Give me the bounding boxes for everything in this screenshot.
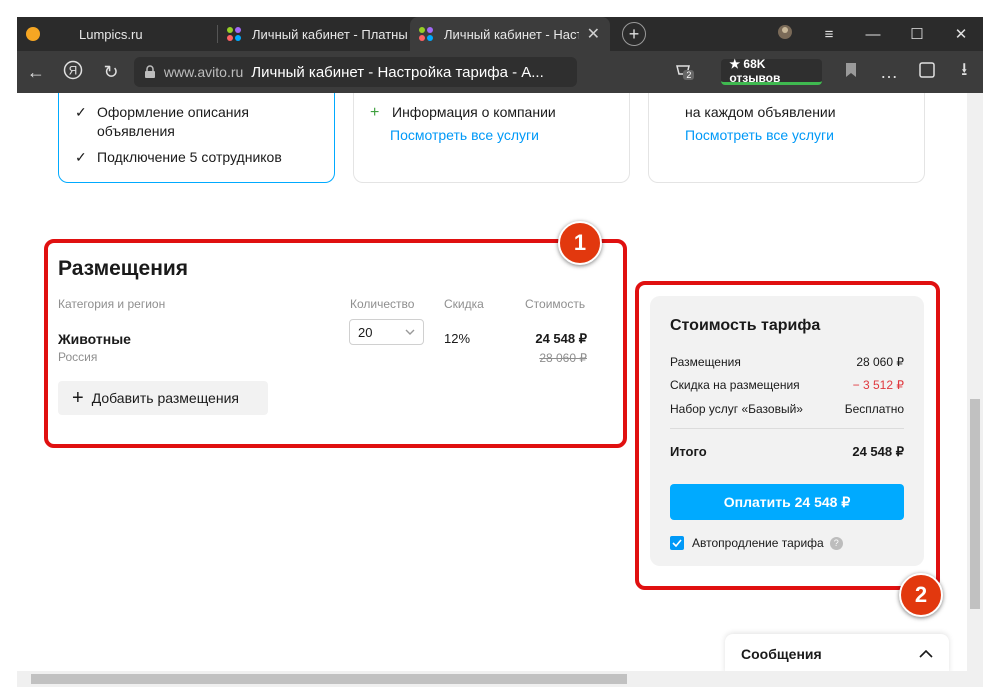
check-icon: ✓	[75, 149, 87, 165]
tariff-card-extended[interactable]: + Информация о компании Посмотреть все у…	[353, 93, 630, 183]
reviews-badge[interactable]: ★ 68K отзывов	[721, 57, 823, 85]
menu-icon[interactable]: ≡	[807, 26, 851, 43]
vertical-scrollbar[interactable]	[967, 93, 983, 671]
chevron-up-icon[interactable]	[919, 650, 933, 658]
url-domain: www.avito.ru	[163, 64, 244, 80]
extensions-icon[interactable]	[908, 61, 946, 84]
feature-text: Подключение 5 сотрудников	[97, 149, 282, 165]
tab-label: Личный кабинет - Платны	[252, 26, 408, 42]
close-tab-icon[interactable]: ✕	[587, 24, 600, 44]
annotation-box-2	[635, 281, 940, 590]
feature-text: Оформление описания объявления	[97, 104, 249, 139]
horizontal-scrollbar[interactable]	[17, 671, 983, 687]
yandex-icon[interactable]: Я	[55, 60, 93, 85]
maximize-icon[interactable]: ☐	[895, 25, 939, 43]
new-tab-button[interactable]: +	[622, 22, 646, 46]
annotation-box-1	[44, 239, 627, 448]
see-all-services-link[interactable]: Посмотреть все услуги	[390, 127, 539, 143]
bookmark-icon[interactable]	[832, 62, 870, 83]
tariff-card-max[interactable]: на каждом объявлении Посмотреть все услу…	[648, 93, 925, 183]
lumpics-favicon-icon	[26, 27, 40, 41]
annotation-badge-1: 1	[558, 221, 602, 265]
horizontal-scroll-thumb[interactable]	[31, 674, 627, 684]
tab-avito-paid[interactable]: Личный кабинет - Платны	[218, 17, 410, 51]
page-content: ✓ Оформление описания объявления ✓ Подклю…	[17, 93, 967, 673]
url-field[interactable]: www.avito.ru Личный кабинет - Настройка …	[133, 57, 578, 87]
avito-favicon-icon	[419, 27, 433, 41]
see-all-services-link[interactable]: Посмотреть все услуги	[685, 127, 834, 143]
more-icon[interactable]: …	[870, 62, 908, 83]
tab-lumpics[interactable]: Lumpics.ru	[17, 17, 217, 51]
window-close-icon[interactable]: ✕	[939, 25, 983, 43]
minimize-icon[interactable]: —	[851, 26, 895, 43]
tab-bar: Lumpics.ru Личный кабинет - Платны Личны…	[17, 17, 983, 51]
download-arrow-icon[interactable]: ⭳	[945, 57, 983, 87]
feature-text: на каждом объявлении	[685, 104, 836, 120]
tariff-card-basic[interactable]: ✓ Оформление описания объявления ✓ Подклю…	[58, 93, 335, 183]
check-icon: ✓	[75, 104, 87, 120]
avito-favicon-icon	[227, 27, 241, 41]
downloads-icon[interactable]: 2	[673, 60, 695, 85]
url-page-title: Личный кабинет - Настройка тарифа - А...	[251, 63, 544, 81]
annotation-badge-2: 2	[899, 573, 943, 617]
feature-text: Информация о компании	[392, 104, 556, 120]
profile-avatar-icon[interactable]	[763, 24, 807, 44]
reload-icon[interactable]: ↻	[92, 62, 130, 83]
plus-icon: +	[370, 104, 380, 121]
vertical-scroll-thumb[interactable]	[970, 399, 980, 609]
address-bar: ← Я ↻ www.avito.ru Личный кабинет - Наст…	[17, 51, 983, 93]
back-icon[interactable]: ←	[17, 62, 55, 83]
messages-panel[interactable]: Сообщения	[725, 634, 949, 673]
browser-window: Lumpics.ru Личный кабинет - Платны Личны…	[17, 17, 983, 687]
tab-label: Lumpics.ru	[79, 26, 143, 42]
tab-avito-settings[interactable]: Личный кабинет - Наст ✕	[410, 17, 610, 51]
downloads-count: 2	[683, 69, 695, 80]
window-controls: ≡ — ☐ ✕	[763, 17, 983, 51]
tab-label: Личный кабинет - Наст	[444, 26, 579, 42]
messages-label: Сообщения	[741, 646, 822, 662]
svg-text:Я: Я	[69, 63, 78, 77]
lock-icon	[144, 65, 155, 78]
